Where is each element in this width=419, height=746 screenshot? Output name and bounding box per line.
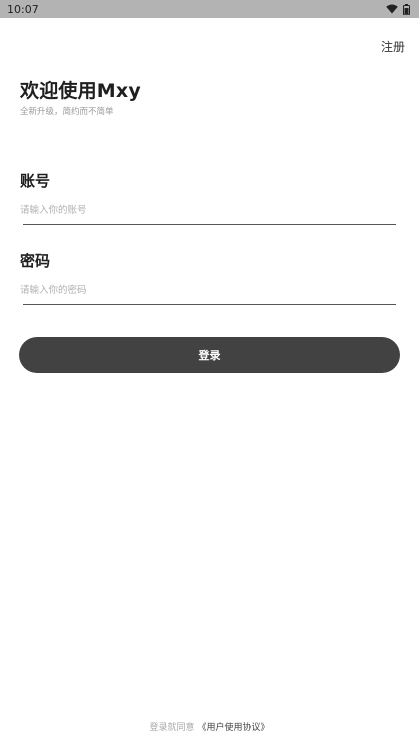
account-underline [23, 224, 396, 225]
status-time: 10:07 [7, 2, 39, 16]
wifi-icon [386, 4, 398, 14]
status-bar: 10:07 [0, 0, 419, 18]
status-icons [386, 3, 410, 15]
user-agreement-link[interactable]: 《用户使用协议》 [197, 723, 269, 733]
login-button-label: 登录 [198, 349, 221, 362]
password-input[interactable] [20, 277, 396, 303]
login-screen: 10:07 注册 欢迎使用Mxy 全新升级，简约而不简单 账号 密码 登录 [0, 0, 419, 746]
account-input[interactable] [20, 197, 396, 223]
account-label: 账号 [20, 172, 51, 190]
agreement-notice: 登录就同意 《用户使用协议》 [0, 720, 419, 733]
agreement-prefix: 登录就同意 [149, 723, 195, 733]
password-label: 密码 [20, 252, 51, 270]
welcome-title: 欢迎使用Mxy [20, 80, 141, 102]
welcome-subtitle: 全新升级，简约而不简单 [20, 107, 114, 117]
password-underline [23, 304, 396, 305]
login-button[interactable]: 登录 [19, 337, 400, 373]
battery-icon [403, 3, 410, 15]
register-link[interactable]: 注册 [381, 38, 405, 55]
